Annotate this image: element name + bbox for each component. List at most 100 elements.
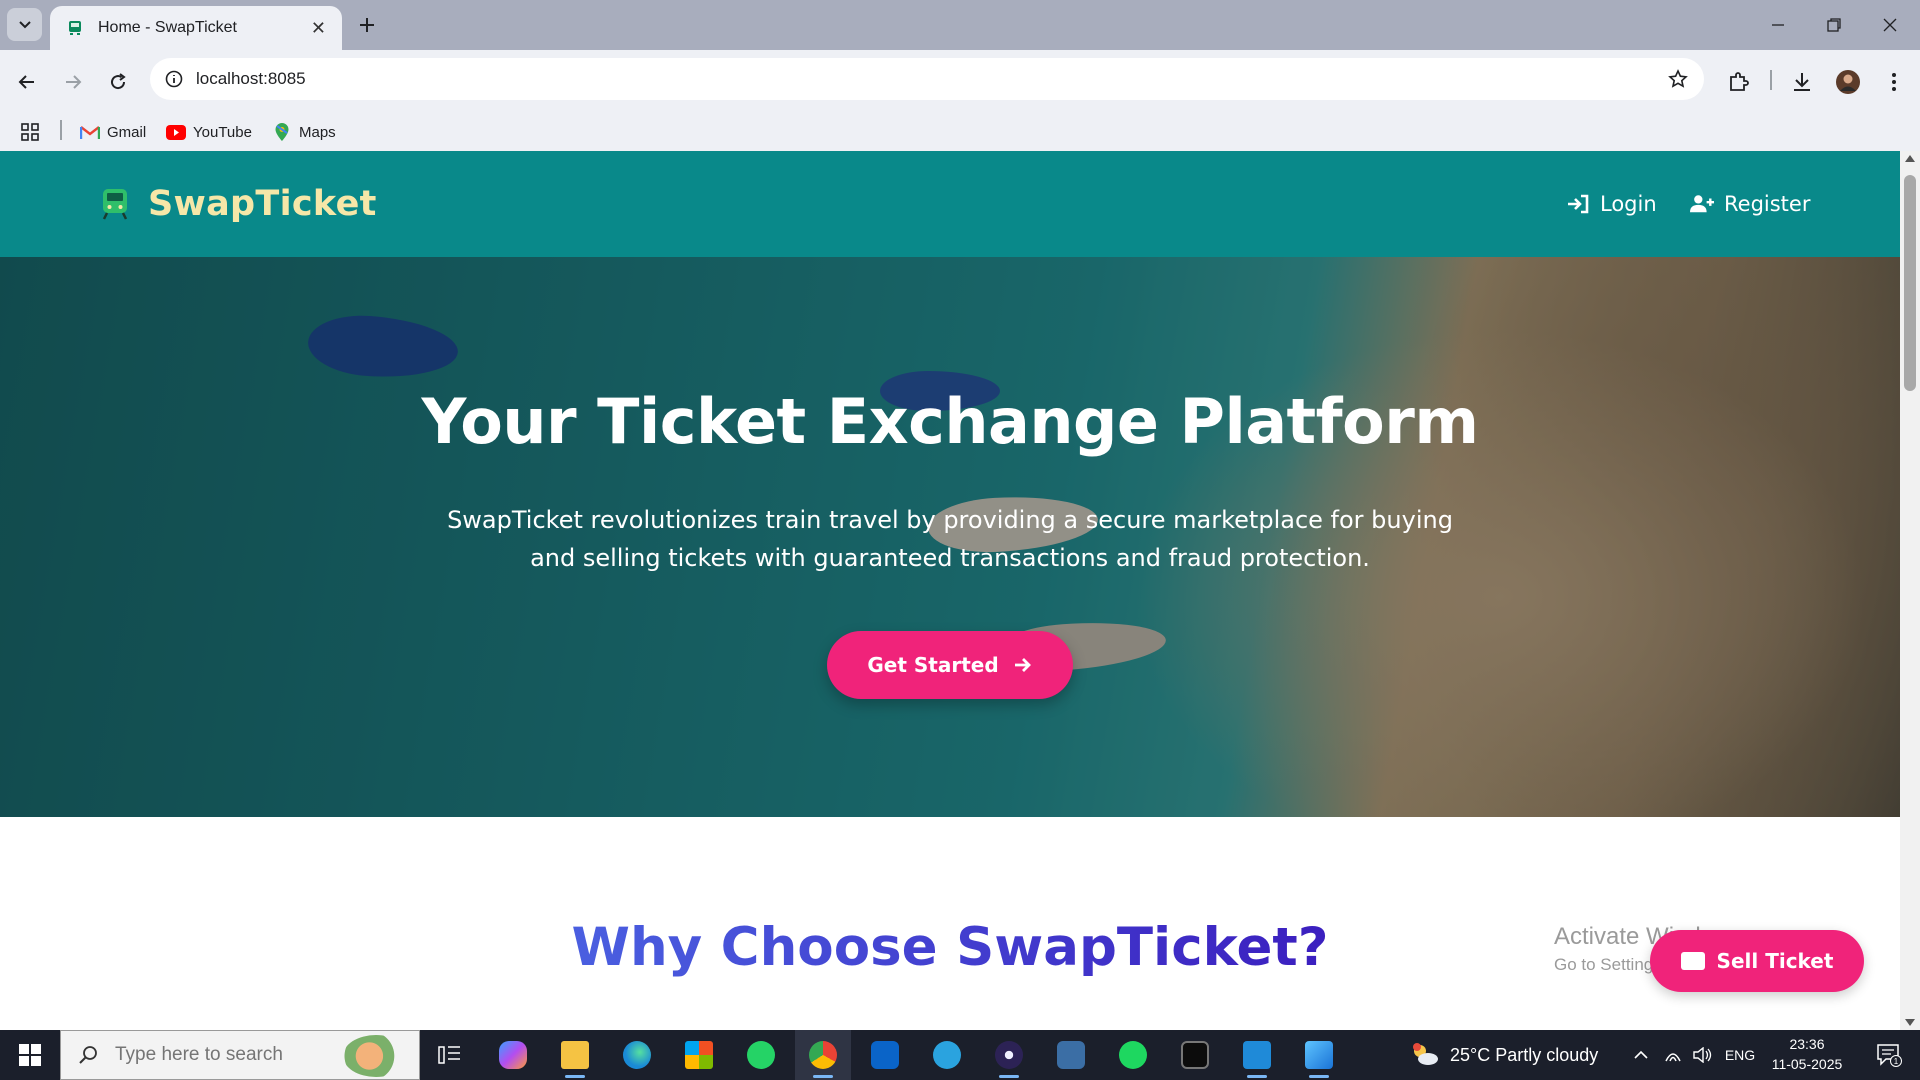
bookmark-youtube[interactable]: YouTube bbox=[166, 120, 252, 144]
site-info-icon[interactable] bbox=[162, 67, 186, 91]
gmail-icon bbox=[80, 123, 100, 141]
chevron-up-icon bbox=[1634, 1050, 1648, 1059]
download-icon bbox=[1794, 73, 1810, 91]
clock-date: 11-05-2025 bbox=[1771, 1056, 1843, 1072]
scrollbar-thumb[interactable] bbox=[1904, 175, 1916, 391]
youtube-icon bbox=[166, 123, 186, 141]
minimize-button[interactable] bbox=[1750, 0, 1806, 50]
close-icon bbox=[1883, 18, 1897, 32]
toolbar-divider bbox=[1770, 70, 1772, 90]
site-brand[interactable]: SwapTicket bbox=[100, 151, 377, 257]
taskbar-app-chrome[interactable] bbox=[795, 1030, 851, 1080]
sign-in-icon bbox=[1566, 193, 1590, 215]
start-button[interactable] bbox=[0, 1030, 60, 1080]
taskbar-app-whatsapp[interactable] bbox=[733, 1030, 789, 1080]
url-input[interactable] bbox=[196, 58, 1596, 100]
notification-center-button[interactable]: 1 bbox=[1864, 1030, 1914, 1080]
more-vertical-icon bbox=[1892, 73, 1896, 91]
bookmark-label: Maps bbox=[299, 123, 336, 141]
wifi-icon bbox=[1665, 1053, 1681, 1062]
edge-icon bbox=[623, 1041, 651, 1069]
browser-menu-button[interactable] bbox=[1876, 64, 1912, 100]
hero-title: Your Ticket Exchange Platform bbox=[421, 385, 1479, 458]
taskbar-app-telegram[interactable] bbox=[919, 1030, 975, 1080]
login-link[interactable]: Login bbox=[1566, 151, 1657, 257]
downloads-button[interactable] bbox=[1784, 64, 1820, 100]
bookmark-star-icon[interactable] bbox=[1666, 67, 1690, 91]
taskbar-app-copilot[interactable] bbox=[485, 1030, 541, 1080]
input-language[interactable]: ENG bbox=[1720, 1030, 1760, 1080]
minimize-icon bbox=[1772, 24, 1784, 26]
taskbar-app-spotify[interactable] bbox=[1105, 1030, 1161, 1080]
taskbar-app-paint[interactable] bbox=[1291, 1030, 1347, 1080]
brand-name: SwapTicket bbox=[148, 184, 377, 224]
running-indicator bbox=[1309, 1075, 1329, 1078]
weather-widget[interactable]: 25°C Partly cloudy bbox=[1410, 1030, 1598, 1080]
search-highlight-decoration bbox=[343, 1035, 409, 1077]
page-scrollbar[interactable] bbox=[1900, 151, 1920, 1030]
taskbar-app-edge[interactable] bbox=[609, 1030, 665, 1080]
close-window-button[interactable] bbox=[1862, 0, 1918, 50]
tab-close-icon[interactable]: ✕ bbox=[311, 18, 326, 39]
taskbar-app-mysql-workbench[interactable] bbox=[1043, 1030, 1099, 1080]
profile-avatar[interactable] bbox=[1830, 64, 1866, 100]
browser-tab-active[interactable]: Home - SwapTicket ✕ bbox=[50, 6, 342, 50]
tray-overflow-button[interactable] bbox=[1626, 1030, 1656, 1080]
taskbar-app-outlook[interactable] bbox=[857, 1030, 913, 1080]
page-viewport: SwapTicket Login Register Your Ticket Ex… bbox=[0, 151, 1900, 1030]
taskbar-app-terminal[interactable] bbox=[1167, 1030, 1223, 1080]
chevron-down-icon bbox=[18, 20, 31, 28]
running-indicator bbox=[1247, 1075, 1267, 1078]
taskbar-app-vscode[interactable] bbox=[1229, 1030, 1285, 1080]
bookmark-gmail[interactable]: Gmail bbox=[80, 120, 146, 144]
login-label: Login bbox=[1600, 192, 1657, 216]
taskbar-app-store[interactable] bbox=[671, 1030, 727, 1080]
bookmark-label: YouTube bbox=[193, 123, 252, 141]
taskbar-clock[interactable]: 23:36 11-05-2025 bbox=[1762, 1034, 1852, 1074]
apps-button[interactable] bbox=[20, 120, 40, 144]
taskbar-app-file-explorer[interactable] bbox=[547, 1030, 603, 1080]
bookmark-label: Gmail bbox=[107, 123, 147, 141]
site-header: SwapTicket Login Register bbox=[0, 151, 1900, 257]
sell-ticket-button[interactable]: Sell Ticket bbox=[1650, 930, 1864, 992]
restore-button[interactable] bbox=[1806, 0, 1862, 50]
notification-icon: 1 bbox=[1877, 1044, 1902, 1067]
spotify-icon bbox=[1119, 1041, 1147, 1069]
hero-content: Your Ticket Exchange Platform SwapTicket… bbox=[0, 257, 1900, 817]
speaker-icon bbox=[1693, 1047, 1712, 1063]
reload-button[interactable] bbox=[100, 64, 136, 100]
get-started-button[interactable]: Get Started bbox=[827, 631, 1073, 699]
scroll-down-arrow-icon[interactable] bbox=[1905, 1019, 1915, 1026]
eclipse-icon bbox=[995, 1041, 1023, 1069]
mysql-workbench-icon bbox=[1057, 1041, 1085, 1069]
register-link[interactable]: Register bbox=[1690, 151, 1810, 257]
terminal-icon bbox=[1181, 1041, 1209, 1069]
train-favicon-icon bbox=[66, 19, 84, 37]
task-view-icon bbox=[438, 1046, 460, 1064]
outlook-icon bbox=[871, 1041, 899, 1069]
forward-button[interactable] bbox=[55, 64, 91, 100]
network-button[interactable] bbox=[1658, 1030, 1688, 1080]
train-icon bbox=[102, 189, 128, 220]
running-indicator bbox=[813, 1075, 833, 1078]
arrow-right-icon bbox=[66, 75, 82, 89]
partly-cloudy-icon bbox=[1413, 1043, 1438, 1065]
taskbar-search[interactable] bbox=[60, 1030, 420, 1080]
taskbar-search-input[interactable] bbox=[115, 1044, 335, 1066]
tab-title: Home - SwapTicket bbox=[98, 19, 237, 36]
scroll-up-arrow-icon[interactable] bbox=[1905, 155, 1915, 162]
why-choose-text: Why Choose SwapTicket? bbox=[571, 917, 1329, 978]
notification-count: 1 bbox=[1894, 1057, 1899, 1066]
volume-button[interactable] bbox=[1688, 1030, 1718, 1080]
tab-search-button[interactable] bbox=[7, 8, 42, 41]
weather-text: 25°C Partly cloudy bbox=[1450, 1044, 1599, 1065]
extensions-button[interactable] bbox=[1720, 64, 1756, 100]
bookmark-maps[interactable]: Maps bbox=[272, 120, 336, 144]
task-view-button[interactable] bbox=[422, 1030, 478, 1080]
whatsapp-icon bbox=[747, 1041, 775, 1069]
browser-tab-strip: Home - SwapTicket ✕ bbox=[0, 0, 1920, 50]
address-bar[interactable] bbox=[150, 58, 1704, 100]
taskbar-app-eclipse[interactable] bbox=[981, 1030, 1037, 1080]
new-tab-button[interactable] bbox=[352, 10, 382, 40]
back-button[interactable] bbox=[9, 64, 45, 100]
